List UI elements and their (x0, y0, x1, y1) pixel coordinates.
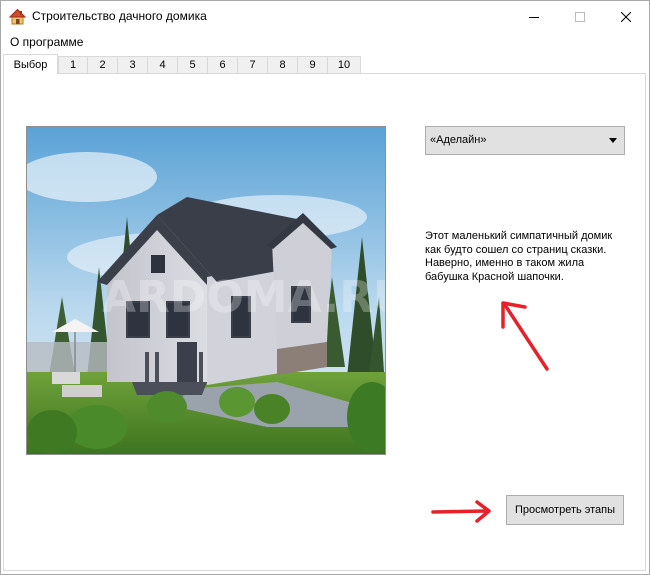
house-illustration: ARDOMA.RU (27, 127, 385, 454)
house-icon (9, 8, 26, 25)
tab-5[interactable]: 5 (177, 56, 208, 73)
maximize-button[interactable] (557, 1, 603, 32)
tab-4[interactable]: 4 (147, 56, 178, 73)
minimize-icon (529, 16, 539, 18)
tab-2[interactable]: 2 (87, 56, 118, 73)
view-stages-button[interactable]: Просмотреть этапы (506, 495, 624, 525)
tab-9[interactable]: 9 (297, 56, 328, 73)
minimize-button[interactable] (511, 1, 557, 32)
tab-strip: Выбор 1 2 3 4 5 6 7 8 9 10 (1, 54, 649, 74)
tab-8[interactable]: 8 (267, 56, 298, 73)
watermark-text: ARDOMA.RU (102, 272, 385, 323)
tab-10[interactable]: 10 (327, 56, 361, 73)
app-window: Строительство дачного домика О программе… (0, 0, 650, 575)
maximize-icon (575, 11, 585, 22)
tab-6[interactable]: 6 (207, 56, 238, 73)
house-description: Этот маленький симпатичный домик как буд… (425, 230, 613, 283)
menu-bar: О программе (1, 32, 649, 52)
house-select-value: «Аделайн» (430, 134, 487, 146)
menu-item-about[interactable]: О программе (10, 35, 83, 49)
tab-3[interactable]: 3 (117, 56, 148, 73)
tab-select[interactable]: Выбор (3, 54, 58, 74)
title-bar[interactable]: Строительство дачного домика (1, 1, 649, 32)
chevron-down-icon (609, 138, 617, 143)
house-preview-image: ARDOMA.RU (26, 126, 386, 455)
tab-1[interactable]: 1 (58, 56, 88, 73)
close-button[interactable] (603, 1, 649, 32)
house-select[interactable]: «Аделайн» (425, 126, 625, 155)
tab-7[interactable]: 7 (237, 56, 268, 73)
close-icon (621, 11, 631, 22)
tab-panel-select: ARDOMA.RU «Аделайн» Этот маленький симпа… (3, 73, 646, 571)
window-title: Строительство дачного домика (32, 9, 207, 23)
